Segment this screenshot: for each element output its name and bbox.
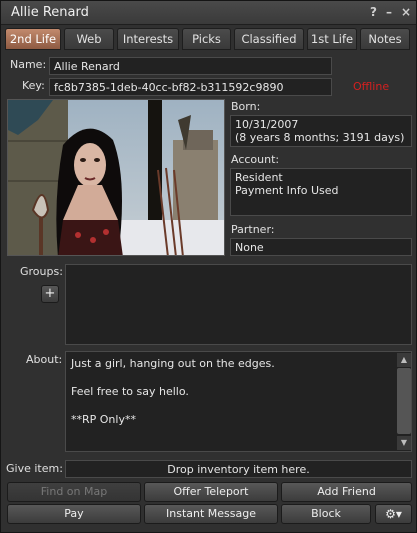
account-type: Resident xyxy=(235,171,283,184)
gear-icon: ⚙▾ xyxy=(385,507,402,521)
help-icon[interactable]: ? xyxy=(370,5,377,19)
born-field: 10/31/2007 (8 years 8 months; 3191 days) xyxy=(230,115,412,147)
groups-list[interactable] xyxy=(65,264,412,345)
account-label: Account: xyxy=(231,153,280,166)
key-field[interactable]: fc8b7385-1deb-40cc-bf82-b311592c9890 xyxy=(49,78,332,96)
key-label: Key: xyxy=(22,79,45,92)
tab-2nd-life[interactable]: 2nd Life xyxy=(5,28,61,50)
payment-info: Payment Info Used xyxy=(235,184,339,197)
account-field: Resident Payment Info Used xyxy=(230,168,412,216)
about-line-4 xyxy=(71,399,406,413)
groups-label: Groups: xyxy=(20,265,63,278)
add-group-button[interactable]: + xyxy=(41,285,59,303)
tab-notes[interactable]: Notes xyxy=(360,28,410,50)
name-label: Name: xyxy=(10,58,47,71)
scroll-down-icon[interactable]: ▼ xyxy=(397,436,411,450)
tab-bar: 2nd Life Web Interests Picks Classified … xyxy=(5,28,412,50)
give-item-label: Give item: xyxy=(6,462,63,475)
tab-classified[interactable]: Classified xyxy=(234,28,304,50)
about-line-2 xyxy=(71,371,406,385)
window-title: Allie Renard xyxy=(11,5,89,20)
born-age: (8 years 8 months; 3191 days) xyxy=(235,131,405,144)
about-line-5: **RP Only** xyxy=(71,413,136,426)
scrollbar-thumb[interactable] xyxy=(397,368,411,434)
pay-button[interactable]: Pay xyxy=(7,504,141,524)
about-line-3: Feel free to say hello. xyxy=(71,385,189,398)
profile-photo[interactable] xyxy=(7,99,225,256)
partner-field: None xyxy=(230,238,412,256)
scroll-up-icon[interactable]: ▲ xyxy=(397,353,411,367)
profile-window: Allie Renard ? – × 2nd Life Web Interest… xyxy=(0,0,417,533)
tab-picks[interactable]: Picks xyxy=(182,28,231,50)
about-text[interactable]: Just a girl, hanging out on the edges. F… xyxy=(65,351,412,452)
born-date: 10/31/2007 xyxy=(235,118,299,131)
find-on-map-button[interactable]: Find on Map xyxy=(7,482,141,502)
close-icon[interactable]: × xyxy=(401,5,411,19)
tab-web[interactable]: Web xyxy=(64,28,114,50)
online-status: Offline xyxy=(353,80,390,93)
tab-1st-life[interactable]: 1st Life xyxy=(307,28,357,50)
minimize-icon[interactable]: – xyxy=(386,5,392,19)
born-label: Born: xyxy=(231,100,261,113)
drop-inventory-zone[interactable]: Drop inventory item here. xyxy=(65,460,412,478)
tab-interests[interactable]: Interests xyxy=(117,28,179,50)
avatar-image xyxy=(8,100,224,255)
about-label: About: xyxy=(26,353,63,366)
block-button[interactable]: Block xyxy=(281,504,371,524)
instant-message-button[interactable]: Instant Message xyxy=(144,504,278,524)
name-field[interactable]: Allie Renard xyxy=(49,57,332,75)
title-bar[interactable]: Allie Renard ? – × xyxy=(1,1,416,25)
about-line-1: Just a girl, hanging out on the edges. xyxy=(71,357,275,370)
add-friend-button[interactable]: Add Friend xyxy=(281,482,412,502)
offer-teleport-button[interactable]: Offer Teleport xyxy=(144,482,278,502)
partner-label: Partner: xyxy=(231,223,275,236)
gear-menu-button[interactable]: ⚙▾ xyxy=(375,504,412,524)
